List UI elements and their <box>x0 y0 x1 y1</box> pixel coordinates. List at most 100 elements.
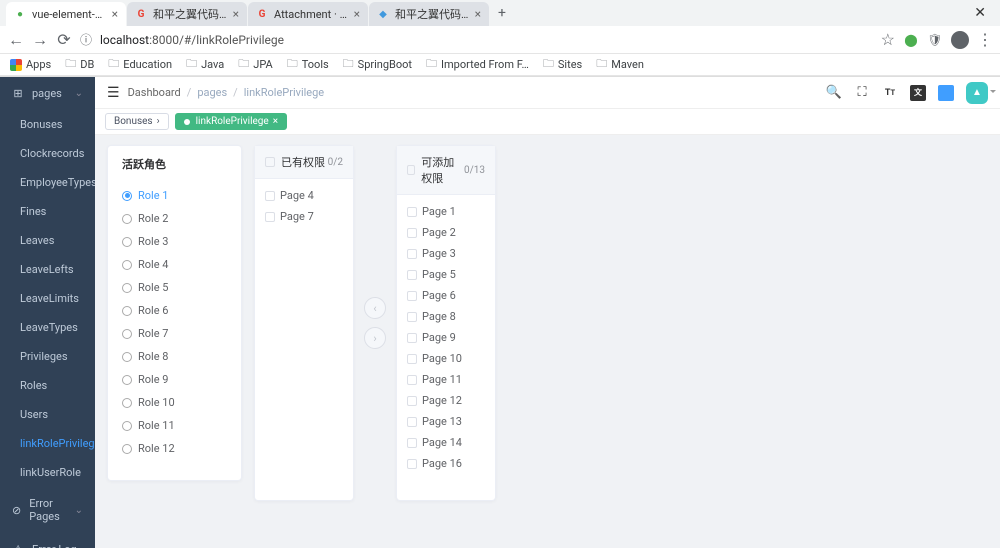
browser-tab[interactable]: G Attachment · 火鸟/和平之… × <box>248 2 368 26</box>
permission-item[interactable]: Page 14 <box>407 432 485 453</box>
sidebar-item[interactable]: Bonuses <box>0 110 95 139</box>
tag-bonuses[interactable]: Bonuses› <box>105 113 169 130</box>
role-radio-item[interactable]: Role 1 <box>122 184 227 207</box>
permission-item[interactable]: Page 5 <box>407 264 485 285</box>
reload-button[interactable]: ⟳ <box>56 30 72 49</box>
browser-tab[interactable]: ● vue-element-admin × <box>6 2 126 26</box>
sidebar-item[interactable]: LeaveTypes <box>0 313 95 342</box>
permission-label: Page 11 <box>422 373 462 386</box>
theme-icon[interactable] <box>938 85 954 101</box>
panel-count: 0/13 <box>464 165 485 176</box>
folder-icon: 🗀 <box>186 55 197 74</box>
sidebar-item[interactable]: LeaveLimits <box>0 284 95 313</box>
forward-button[interactable]: → <box>32 30 48 50</box>
bookmark-apps[interactable]: Apps <box>10 58 51 71</box>
sidebar-item[interactable]: EmployeeTypes <box>0 168 95 197</box>
sidebar-item[interactable]: Fines <box>0 197 95 226</box>
checkbox <box>407 291 417 301</box>
role-radio-item[interactable]: Role 3 <box>122 230 227 253</box>
transfer-left-button[interactable]: ‹ <box>364 297 386 319</box>
back-button[interactable]: ← <box>8 30 24 50</box>
select-all-checkbox[interactable] <box>265 157 275 167</box>
extension-icon[interactable]: ⬤ <box>903 32 919 48</box>
bookmark-folder[interactable]: 🗀JPA <box>238 55 272 74</box>
profile-avatar[interactable] <box>951 31 969 49</box>
role-radio-item[interactable]: Role 8 <box>122 345 227 368</box>
permission-item[interactable]: Page 1 <box>407 201 485 222</box>
permission-item[interactable]: Page 8 <box>407 306 485 327</box>
close-icon[interactable]: × <box>233 8 239 20</box>
address-bar[interactable]: localhost:8000/#/linkRolePrivilege <box>100 33 873 47</box>
role-radio-item[interactable]: Role 9 <box>122 368 227 391</box>
role-radio-item[interactable]: Role 4 <box>122 253 227 276</box>
permission-item[interactable]: Page 13 <box>407 411 485 432</box>
close-icon[interactable]: × <box>273 116 278 127</box>
role-radio-item[interactable]: Role 7 <box>122 322 227 345</box>
permission-item[interactable]: Page 7 <box>265 206 343 227</box>
window-close-icon[interactable]: ✕ <box>966 5 994 21</box>
sidebar-item[interactable]: Roles <box>0 371 95 400</box>
bookmark-folder[interactable]: 🗀Sites <box>543 55 582 74</box>
grid-icon: ⊞ <box>12 87 24 100</box>
bookmark-folder[interactable]: 🗀Tools <box>287 55 329 74</box>
sidebar: ⊞ pages ⌄ BonusesClockrecordsEmployeeTyp… <box>0 77 95 548</box>
tag-current[interactable]: linkRolePrivilege× <box>175 113 287 130</box>
checkbox <box>407 375 417 385</box>
role-radio-item[interactable]: Role 10 <box>122 391 227 414</box>
owned-permissions-panel: 已有权限 0/2 Page 4Page 7 <box>254 145 354 501</box>
browser-tab[interactable]: ◆ 和平之翼代码生成器SME… × <box>369 2 489 26</box>
hamburger-icon[interactable]: ☰ <box>107 85 120 101</box>
sidebar-item[interactable]: linkRolePrivilege <box>0 429 95 458</box>
close-icon[interactable]: × <box>354 8 360 20</box>
sidebar-item[interactable]: Clockrecords <box>0 139 95 168</box>
sidebar-item[interactable]: LeaveLefts <box>0 255 95 284</box>
fullscreen-icon[interactable]: ⛶ <box>854 85 870 101</box>
bookmark-star-icon[interactable]: ☆ <box>881 30 895 49</box>
folder-icon: 🗀 <box>108 55 119 74</box>
sidebar-error-log[interactable]: ⚠ Error Log <box>0 533 95 548</box>
font-size-icon[interactable]: TT <box>882 85 898 101</box>
bookmark-folder[interactable]: 🗀Java <box>186 55 224 74</box>
close-icon[interactable]: › <box>157 116 160 127</box>
sidebar-item[interactable]: linkUserRole <box>0 458 95 487</box>
close-icon[interactable]: × <box>475 8 481 20</box>
new-tab-button[interactable]: + <box>490 5 514 21</box>
sidebar-item[interactable]: Leaves <box>0 226 95 255</box>
role-label: Role 7 <box>138 327 168 340</box>
role-radio-item[interactable]: Role 11 <box>122 414 227 437</box>
permission-item[interactable]: Page 3 <box>407 243 485 264</box>
permission-item[interactable]: Page 11 <box>407 369 485 390</box>
bookmark-folder[interactable]: 🗀SpringBoot <box>343 55 412 74</box>
permission-item[interactable]: Page 16 <box>407 453 485 474</box>
search-icon[interactable]: 🔍 <box>826 85 842 101</box>
bookmark-folder[interactable]: 🗀Imported From F… <box>426 55 529 74</box>
select-all-checkbox[interactable] <box>407 165 415 175</box>
permission-item[interactable]: Page 4 <box>265 185 343 206</box>
sidebar-item[interactable]: Users <box>0 400 95 429</box>
bookmark-folder[interactable]: 🗀Education <box>108 55 172 74</box>
bookmark-folder[interactable]: 🗀DB <box>65 55 94 74</box>
role-radio-item[interactable]: Role 2 <box>122 207 227 230</box>
user-avatar[interactable]: ▲ <box>966 82 988 104</box>
close-icon[interactable]: × <box>112 8 118 20</box>
breadcrumb-dashboard[interactable]: Dashboard <box>128 86 181 99</box>
sidebar-item[interactable]: Privileges <box>0 342 95 371</box>
role-radio-item[interactable]: Role 12 <box>122 437 227 460</box>
permission-item[interactable]: Page 12 <box>407 390 485 411</box>
radio-icon <box>122 375 132 385</box>
bookmark-folder[interactable]: 🗀Maven <box>596 55 644 74</box>
browser-tab[interactable]: G 和平之翼代码生成器SME… × <box>127 2 247 26</box>
permission-item[interactable]: Page 10 <box>407 348 485 369</box>
language-icon[interactable]: 文 <box>910 85 926 101</box>
permission-item[interactable]: Page 2 <box>407 222 485 243</box>
sidebar-group-pages[interactable]: ⊞ pages ⌄ <box>0 77 95 110</box>
role-radio-item[interactable]: Role 6 <box>122 299 227 322</box>
permission-item[interactable]: Page 6 <box>407 285 485 306</box>
extension-icon[interactable]: 🛡 <box>927 32 943 48</box>
role-radio-item[interactable]: Role 5 <box>122 276 227 299</box>
permission-item[interactable]: Page 9 <box>407 327 485 348</box>
transfer-right-button[interactable]: › <box>364 327 386 349</box>
menu-icon[interactable]: ⋮ <box>977 30 992 49</box>
sidebar-group-error-pages[interactable]: ⊘ Error Pages ⌄ <box>0 487 95 533</box>
site-info-icon[interactable]: ⓘ <box>80 31 92 48</box>
